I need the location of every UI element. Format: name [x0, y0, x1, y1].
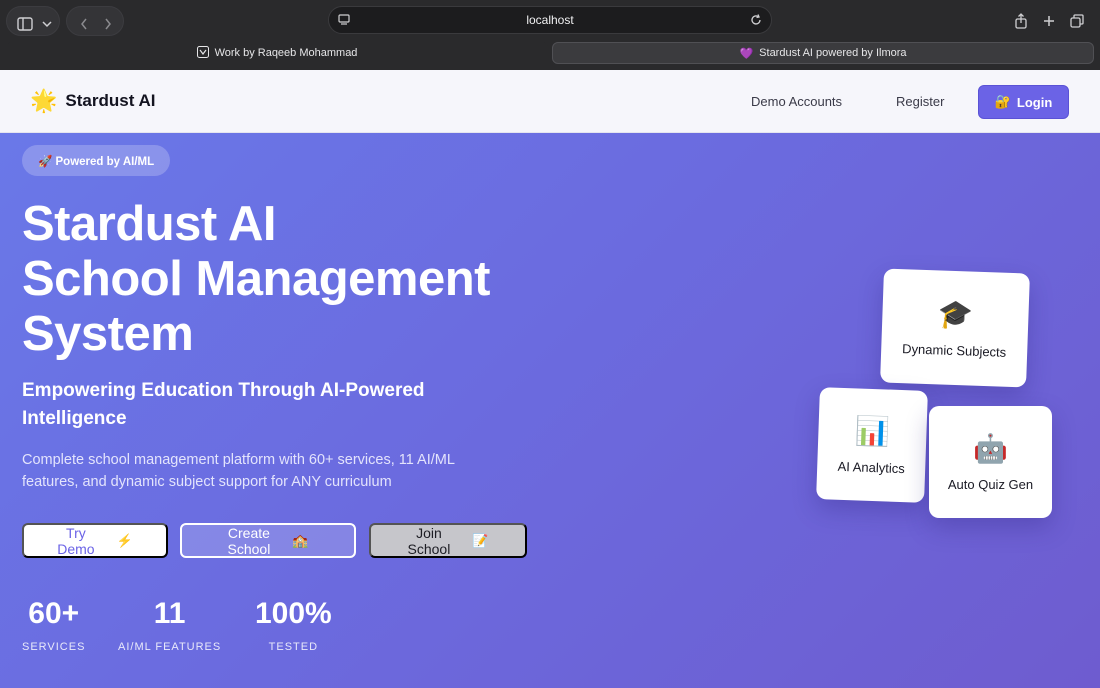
card-label: Dynamic Subjects [901, 341, 1007, 360]
address-bar[interactable]: localhost [328, 6, 772, 34]
stat-label: AI/ML FEATURES [118, 641, 222, 653]
hero-title-line: System [22, 307, 194, 361]
chevron-down-icon[interactable] [39, 11, 55, 37]
tab-label: Work by Raqeeb Mohammad [214, 47, 358, 59]
tab-label: Stardust AI powered by Ilmora [759, 47, 907, 59]
reload-icon[interactable] [749, 13, 763, 30]
tab-work-by-raqeeb[interactable]: Work by Raqeeb Mohammad [6, 42, 548, 64]
button-label: Create School [228, 525, 271, 557]
memo-icon: 📝 [472, 532, 489, 548]
graduation-cap-icon: 🎓 [937, 298, 974, 331]
hero-title-line: School Management [22, 252, 490, 306]
page-settings-icon[interactable] [337, 13, 351, 30]
lock-icon: 🔐 [994, 94, 1011, 109]
join-school-button[interactable]: Join School 📝 [369, 523, 527, 558]
stat-value: 11 [153, 597, 186, 630]
stat-services: 60+ SERVICES [22, 597, 85, 653]
button-label: Join School [408, 525, 451, 557]
label-line: Join [416, 524, 442, 541]
stat-label: TESTED [268, 641, 319, 653]
stat-value: 60+ [28, 597, 80, 630]
label-line: School [227, 540, 271, 557]
tab-overview-icon[interactable] [1066, 8, 1088, 34]
hero-section: 🚀 Powered by AI/ML Stardust AI School Ma… [0, 133, 1100, 688]
tab-strip: Work by Raqeeb Mohammad 💜 Stardust AI po… [6, 42, 1094, 64]
browser-toolbar: localhost [0, 0, 1100, 40]
feature-card-ai-analytics: 📊 AI Analytics [816, 387, 928, 503]
label-line: Demo [57, 540, 95, 557]
button-label: Try Demo [57, 525, 94, 557]
card-label: AI Analytics [837, 458, 906, 477]
feature-card-auto-quiz: 🤖 Auto Quiz Gen [929, 406, 1052, 518]
label-line: School [407, 540, 451, 557]
stat-ai-features: 11 AI/ML FEATURES [118, 597, 221, 653]
card-label: Auto Quiz Gen [947, 477, 1034, 492]
favicon-icon [196, 45, 209, 61]
bar-chart-icon: 📊 [854, 415, 891, 448]
hero-title-line: Stardust AI [22, 197, 277, 251]
heart-favicon-icon: 💜 [739, 47, 754, 60]
hero-description: Complete school management platform with… [22, 452, 455, 490]
nav-register[interactable]: Register [896, 94, 944, 109]
powered-by-badge: 🚀 Powered by AI/ML [22, 145, 171, 176]
create-school-button[interactable]: Create School 🏫 [180, 523, 356, 558]
robot-icon: 🤖 [973, 433, 1008, 464]
login-label: Login [1016, 94, 1053, 110]
stat-value: 100% [255, 597, 332, 630]
feature-card-dynamic-subjects: 🎓 Dynamic Subjects [880, 268, 1030, 388]
badge-text: 🚀 Powered by AI/ML [38, 155, 155, 168]
sidebar-icon[interactable] [15, 11, 35, 37]
back-icon[interactable] [75, 11, 93, 37]
hero-title: Stardust AI School Management System [22, 197, 582, 362]
new-tab-icon[interactable] [1038, 8, 1060, 34]
label-line: Create [227, 524, 270, 541]
hero-subtitle: Empowering Education Through AI-Powered … [22, 380, 425, 429]
address-text: localhost [526, 13, 574, 27]
label-line: Try [66, 524, 86, 541]
brand-name: Stardust AI [65, 91, 156, 110]
nav-demo-accounts[interactable]: Demo Accounts [751, 94, 842, 109]
stat-tested: 100% TESTED [255, 597, 332, 653]
star-icon: 🌟 [30, 88, 58, 113]
history-nav-group [66, 6, 124, 36]
forward-icon[interactable] [99, 11, 117, 37]
site-header: 🌟 Stardust AI Demo Accounts Register 🔐 L… [0, 70, 1100, 133]
browser-chrome: localhost Work by Raqeeb Mohammad 💜 Star… [0, 0, 1100, 70]
tab-stardust[interactable]: 💜 Stardust AI powered by Ilmora [552, 42, 1094, 64]
share-icon[interactable] [1010, 8, 1032, 34]
brand-logo[interactable]: 🌟 Stardust AI [30, 88, 155, 114]
school-icon: 🏫 [292, 532, 309, 548]
try-demo-button[interactable]: Try Demo ⚡ [22, 523, 168, 558]
stat-label: SERVICES [22, 641, 86, 653]
lightning-icon: ⚡ [116, 532, 133, 548]
sidebar-toggle-group [6, 6, 60, 36]
login-button[interactable]: 🔐 Login [978, 85, 1069, 119]
